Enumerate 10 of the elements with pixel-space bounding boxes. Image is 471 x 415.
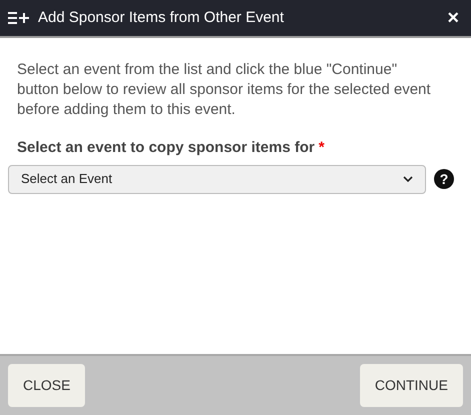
required-mark: * bbox=[318, 139, 324, 156]
footer-button[interactable]: CONTINUE bbox=[360, 364, 463, 407]
help-icon[interactable]: ? bbox=[434, 169, 454, 189]
footer-button[interactable]: CLOSE bbox=[8, 364, 86, 407]
field-label: Select an event to copy sponsor items for bbox=[17, 139, 315, 156]
instructions-text: Select an event from the list and click the blue "Continue" button below to review all sponsor items for the selected event before adding them to this event. bbox=[17, 60, 432, 120]
event-select[interactable]: Select an Event bbox=[8, 164, 426, 194]
list-add-icon bbox=[8, 11, 30, 25]
dialog-title: Add Sponsor Items from Other Event bbox=[38, 8, 285, 28]
chevron-down-icon bbox=[403, 176, 413, 182]
